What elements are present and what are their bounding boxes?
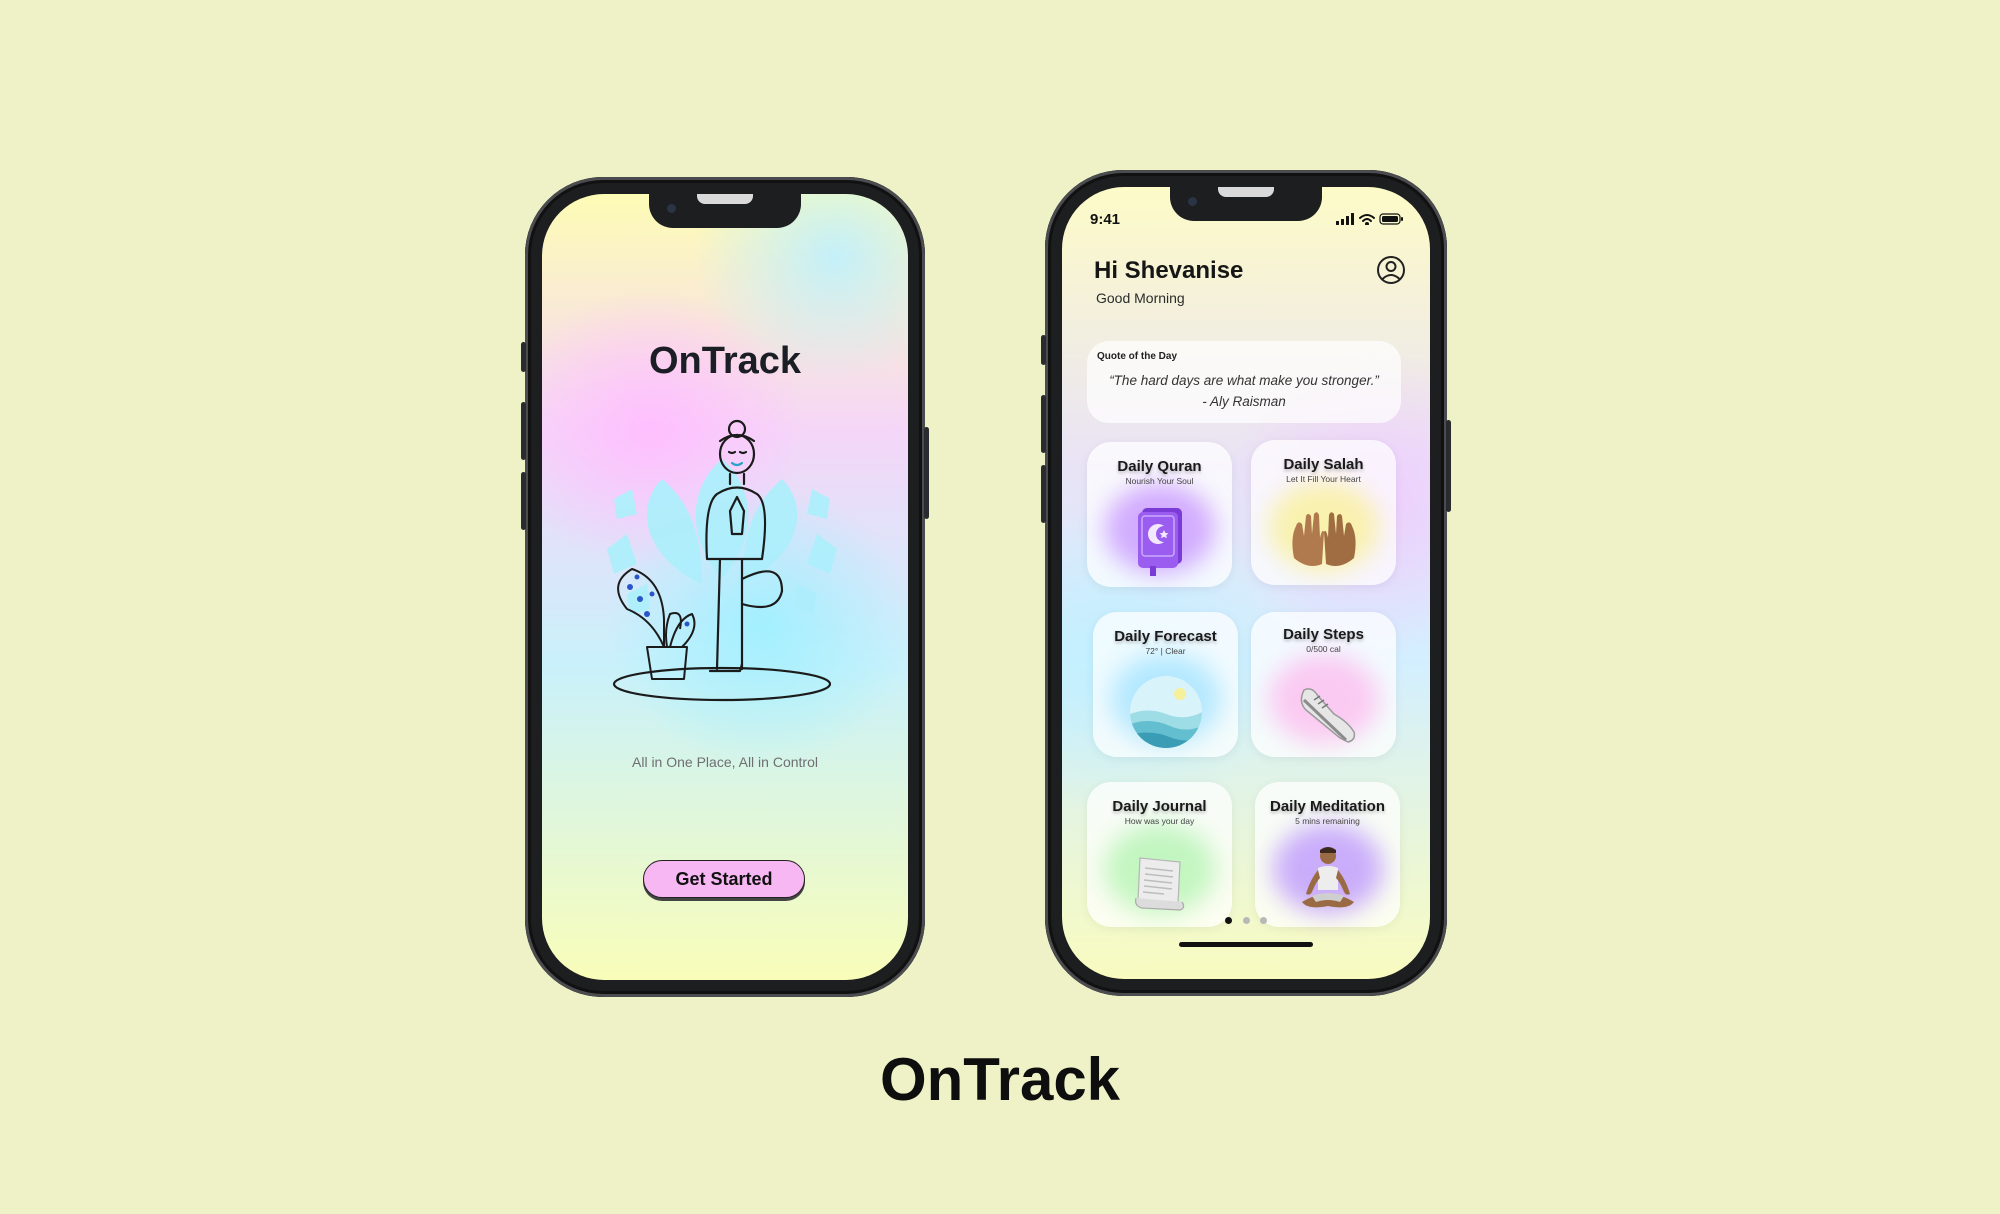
meditation-person-icon: [1301, 847, 1354, 908]
sneaker-icon: [1300, 688, 1355, 743]
card-title: Daily Meditation: [1269, 798, 1385, 815]
battery-icon: [1379, 213, 1403, 225]
card-daily-salah[interactable]: Daily Salah Let It Fill Your Heart: [1251, 440, 1396, 585]
speaker-grille: [1218, 187, 1274, 197]
page-dot[interactable]: [1242, 917, 1250, 924]
notch: [1170, 187, 1322, 221]
phone-volume-up: [1041, 395, 1046, 453]
praying-hands-icon: [1291, 512, 1356, 566]
brand-title: OnTrack: [879, 1046, 1121, 1113]
greeting-title: Hi Shevanise: [1094, 257, 1244, 284]
onboarding-screen: OnTrack All in One Place, All in Control…: [542, 194, 908, 980]
notch: [649, 194, 801, 228]
get-started-button[interactable]: Get Started: [643, 860, 805, 898]
phone-volume-up: [521, 402, 526, 460]
phone-volume-down: [521, 472, 526, 530]
quote-card: Quote of the Day “The hard days are what…: [1087, 341, 1401, 423]
card-title: Daily Journal: [1112, 798, 1207, 815]
card-title: Daily Quran: [1117, 458, 1202, 475]
tagline: All in One Place, All in Control: [632, 754, 818, 770]
card-daily-journal[interactable]: Daily Journal How was your day: [1087, 782, 1232, 927]
app-title: OnTrack: [648, 340, 802, 382]
card-subtitle: 5 mins remaining: [1295, 816, 1360, 826]
page-dot[interactable]: [1259, 917, 1267, 924]
phone-power-button: [1446, 420, 1451, 512]
profile-icon[interactable]: [1376, 255, 1406, 285]
front-camera: [1188, 197, 1197, 206]
card-daily-steps[interactable]: Daily Steps 0/500 cal: [1251, 612, 1396, 757]
card-daily-forecast[interactable]: Daily Forecast 72° | Clear: [1093, 612, 1238, 757]
card-subtitle: Nourish Your Soul: [1125, 476, 1194, 486]
status-bar-time: 9:41: [1090, 211, 1121, 228]
cellular-signal-icon: [1336, 213, 1354, 225]
card-daily-meditation[interactable]: Daily Meditation 5 mins remaining: [1255, 782, 1400, 927]
quote-text: “The hard days are what make you stronge…: [1109, 373, 1379, 388]
wifi-icon: [1359, 214, 1375, 225]
phone-power-button: [924, 427, 929, 519]
quran-book-icon: [1137, 508, 1182, 576]
home-phone-frame: 9:41 Hi Shevanise Good Morning Quote of …: [1041, 170, 1451, 996]
phone-mute-switch: [1041, 335, 1046, 365]
quote-author: - Aly Raisman: [1202, 394, 1286, 409]
front-camera: [667, 204, 676, 213]
journal-scroll-icon: [1134, 857, 1184, 911]
yoga-illustration: [607, 419, 837, 702]
card-title: Daily Forecast: [1114, 628, 1217, 645]
quote-label: Quote of the Day: [1097, 351, 1178, 362]
card-daily-quran[interactable]: Daily Quran Nourish Your Soul: [1087, 442, 1232, 587]
page-dot[interactable]: [1225, 917, 1233, 924]
card-subtitle: How was your day: [1124, 816, 1195, 826]
card-subtitle: 0/500 cal: [1306, 644, 1341, 654]
card-subtitle: 72° | Clear: [1145, 646, 1186, 656]
phone-volume-down: [1041, 465, 1046, 523]
weather-landscape-icon: [1129, 676, 1202, 748]
page-indicator[interactable]: [1062, 911, 1430, 929]
card-title: Daily Salah: [1283, 456, 1364, 473]
home-indicator[interactable]: [1179, 942, 1313, 947]
greeting-subtitle: Good Morning: [1096, 290, 1185, 306]
card-title: Daily Steps: [1283, 626, 1364, 643]
home-screen: 9:41 Hi Shevanise Good Morning Quote of …: [1062, 187, 1430, 979]
phone-mute-switch: [521, 342, 526, 372]
speaker-grille: [697, 194, 753, 204]
status-bar-icons: [1336, 213, 1403, 225]
onboarding-phone-frame: OnTrack All in One Place, All in Control…: [521, 177, 929, 997]
card-subtitle: Let It Fill Your Heart: [1286, 474, 1361, 484]
